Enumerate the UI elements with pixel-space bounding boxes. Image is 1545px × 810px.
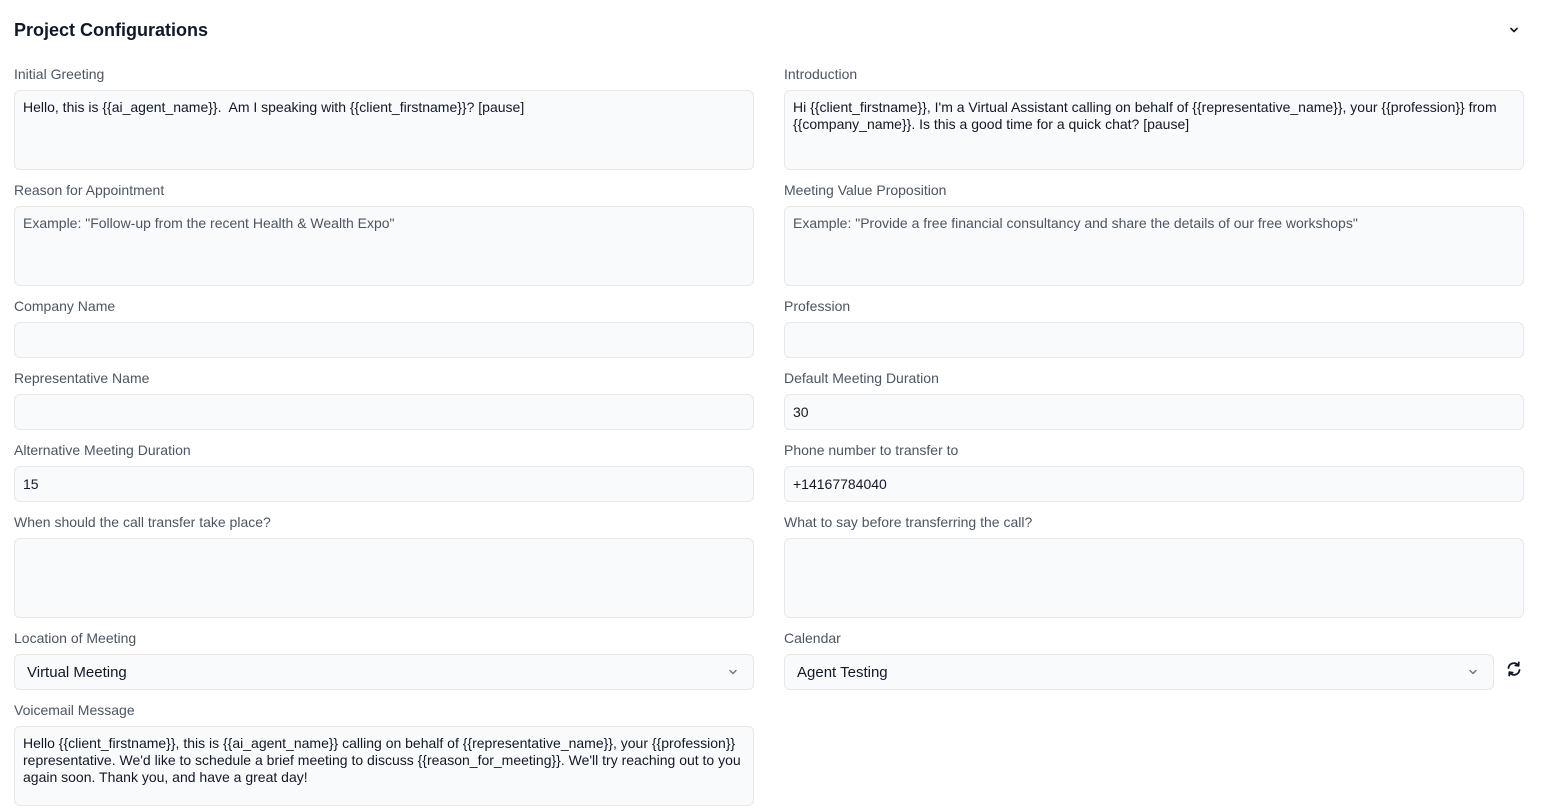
- introduction-field: Introduction Hi {{client_firstname}}, I'…: [784, 66, 1524, 170]
- voicemail-label: Voicemail Message: [14, 702, 135, 718]
- alternative-meeting-duration-field: Alternative Meeting Duration: [14, 442, 754, 502]
- company-name-label: Company Name: [14, 298, 116, 314]
- location-select[interactable]: Virtual Meeting: [14, 654, 754, 690]
- alternative-meeting-duration-label: Alternative Meeting Duration: [14, 442, 191, 458]
- voicemail-textarea[interactable]: Hello {{client_firstname}}, this is {{ai…: [14, 726, 754, 806]
- phone-transfer-field: Phone number to transfer to: [784, 442, 1524, 502]
- location-selected-value: Virtual Meeting: [27, 663, 127, 681]
- refresh-icon: [1507, 661, 1521, 677]
- calendar-field: Calendar Agent Testing: [784, 630, 1494, 690]
- representative-name-input[interactable]: [14, 394, 754, 430]
- reason-for-appointment-field: Reason for Appointment: [14, 182, 754, 286]
- location-field: Location of Meeting Virtual Meeting: [14, 630, 754, 690]
- transfer-when-label: When should the call transfer take place…: [14, 514, 271, 530]
- representative-name-field: Representative Name: [14, 370, 754, 430]
- chevron-down-icon: [729, 669, 737, 675]
- alternative-meeting-duration-input[interactable]: [14, 466, 754, 502]
- calendar-label: Calendar: [784, 630, 841, 646]
- reason-for-appointment-label: Reason for Appointment: [14, 182, 165, 198]
- default-meeting-duration-label: Default Meeting Duration: [784, 370, 939, 386]
- transfer-when-textarea[interactable]: [14, 538, 754, 618]
- page-title: Project Configurations: [14, 20, 209, 40]
- company-name-input[interactable]: [14, 322, 754, 358]
- meeting-value-proposition-textarea[interactable]: [784, 206, 1524, 286]
- default-meeting-duration-input[interactable]: [784, 394, 1524, 430]
- representative-name-label: Representative Name: [14, 370, 150, 386]
- chevron-down-icon: [1510, 27, 1518, 33]
- initial-greeting-label: Initial Greeting: [14, 66, 105, 82]
- profession-field: Profession: [784, 298, 1524, 358]
- location-label: Location of Meeting: [14, 630, 137, 646]
- reason-for-appointment-textarea[interactable]: [14, 206, 754, 286]
- introduction-label: Introduction: [784, 66, 858, 82]
- company-name-field: Company Name: [14, 298, 754, 358]
- profession-input[interactable]: [784, 322, 1524, 358]
- calendar-selected-value: Agent Testing: [797, 663, 888, 681]
- phone-transfer-input[interactable]: [784, 466, 1524, 502]
- profession-label: Profession: [784, 298, 851, 314]
- initial-greeting-textarea[interactable]: Hello, this is {{ai_agent_name}}. Am I s…: [14, 90, 754, 170]
- meeting-value-proposition-label: Meeting Value Proposition: [784, 182, 947, 198]
- chevron-down-icon: [1469, 669, 1477, 675]
- voicemail-field: Voicemail Message Hello {{client_firstna…: [14, 702, 754, 806]
- initial-greeting-field: Initial Greeting Hello, this is {{ai_age…: [14, 66, 754, 170]
- introduction-textarea[interactable]: Hi {{client_firstname}}, I'm a Virtual A…: [784, 90, 1524, 170]
- transfer-say-field: What to say before transferring the call…: [784, 514, 1524, 618]
- transfer-say-textarea[interactable]: [784, 538, 1524, 618]
- calendar-select[interactable]: Agent Testing: [784, 654, 1494, 690]
- collapse-button[interactable]: [1504, 20, 1524, 40]
- transfer-when-field: When should the call transfer take place…: [14, 514, 754, 618]
- phone-transfer-label: Phone number to transfer to: [784, 442, 959, 458]
- meeting-value-proposition-field: Meeting Value Proposition: [784, 182, 1524, 286]
- section-header: Project Configurations: [14, 18, 1524, 42]
- transfer-say-label: What to say before transferring the call…: [784, 514, 1033, 530]
- default-meeting-duration-field: Default Meeting Duration: [784, 370, 1524, 430]
- refresh-calendar-button[interactable]: [1503, 658, 1525, 680]
